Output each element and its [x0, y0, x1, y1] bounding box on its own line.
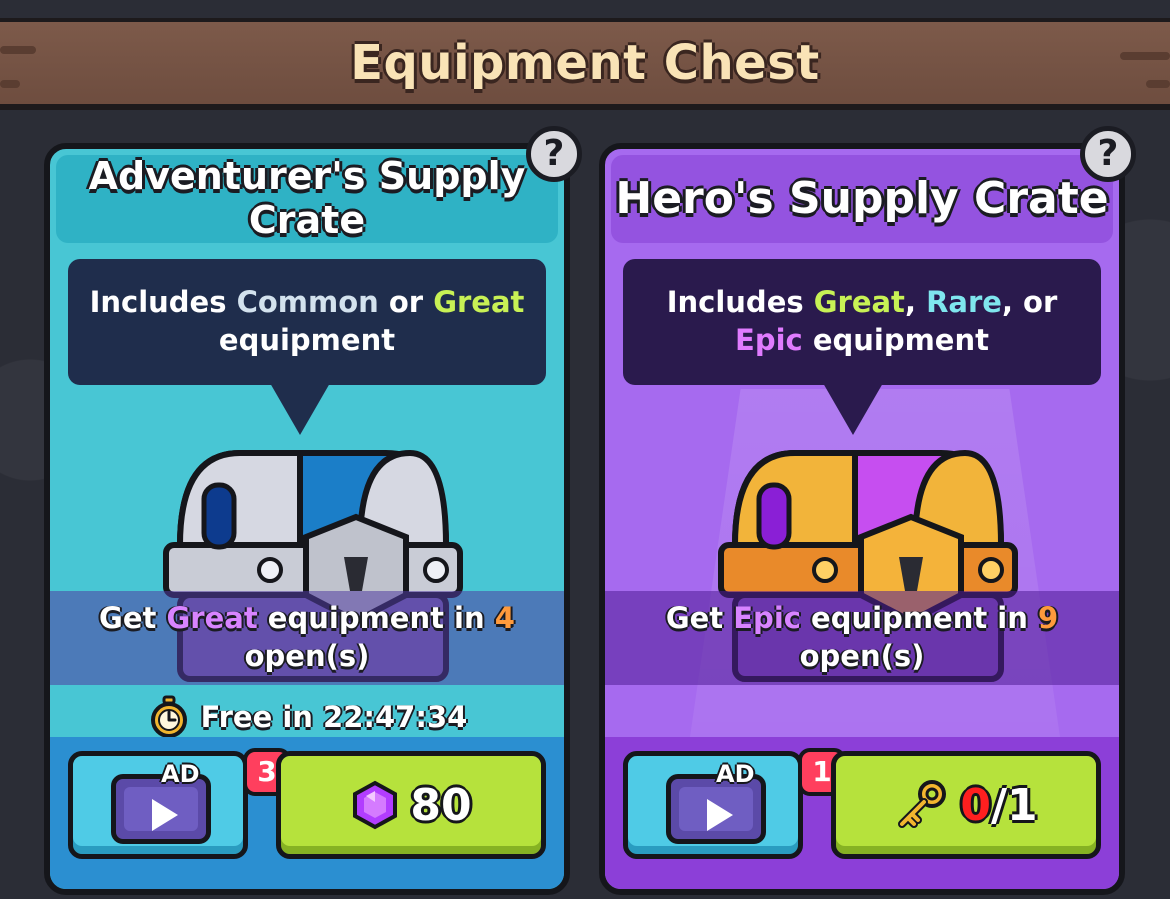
tv-screen — [679, 787, 753, 831]
desc-mid: or — [378, 285, 434, 320]
free-timer: Free in 22:47:34 — [50, 695, 564, 739]
pity-progress-text: Get Epic equipment in 9 open(s) — [666, 600, 1058, 675]
card-header: Hero's Supply Crate — [611, 155, 1113, 243]
description-text: Includes Great, Rare, or Epic equipment — [667, 284, 1058, 359]
key-owned: 0 — [960, 779, 991, 831]
desc-sep: , or — [1001, 285, 1058, 320]
title-line: Adventurer's Supply — [88, 154, 526, 199]
desc-prefix: Includes — [666, 285, 814, 320]
progress-mid: equipment in — [800, 601, 1038, 636]
progress-count: 4 — [494, 601, 515, 636]
desc-prefix: Includes — [89, 285, 237, 320]
tv-screen — [124, 787, 198, 831]
ad-label: AD — [161, 760, 200, 788]
title-banner: Equipment Chest — [0, 18, 1170, 110]
tier-common: Common — [236, 285, 379, 320]
progress-count: 9 — [1038, 601, 1059, 636]
help-button[interactable]: ? — [1080, 126, 1136, 182]
gem-icon — [353, 780, 398, 830]
adventurer-crate-card: Adventurer's Supply Crate Includes Commo… — [44, 143, 570, 895]
desc-sep: , — [904, 285, 927, 320]
progress-prefix: Get — [665, 601, 734, 636]
card-footer: AD 3 80 — [50, 737, 564, 889]
hero-crate-card: Hero's Supply Crate Includes Great, Rare… — [599, 143, 1125, 895]
progress-prefix: Get — [99, 601, 167, 636]
timer-text: Free in 22:47:34 — [200, 700, 468, 734]
key-count: 0/1 — [960, 780, 1037, 831]
pity-progress: Get Great equipment in 4 open(s) — [50, 591, 564, 685]
ad-label: AD — [716, 760, 755, 788]
play-icon — [707, 799, 733, 831]
description-bubble: Includes Great, Rare, or Epic equipment — [623, 259, 1101, 385]
card-title: Hero's Supply Crate — [615, 172, 1109, 224]
gem-price: 80 — [410, 779, 472, 831]
progress-tier: Epic — [733, 601, 801, 636]
tier-great: Great — [433, 285, 525, 320]
help-button[interactable]: ? — [526, 126, 582, 182]
bubble-tail — [823, 383, 883, 435]
progress-tier: Great — [166, 601, 258, 636]
play-icon — [152, 799, 178, 831]
card-title: Adventurer's Supply Crate — [89, 155, 526, 242]
plank-decoration — [0, 46, 36, 54]
pity-progress: Get Epic equipment in 9 open(s) — [605, 591, 1119, 685]
plank-decoration — [0, 80, 20, 88]
card-footer: AD 1 0/1 — [605, 737, 1119, 889]
desc-suffix: equipment — [802, 323, 989, 357]
key-required: /1 — [990, 779, 1038, 831]
watch-ad-button[interactable]: AD 3 — [68, 748, 291, 859]
desc-suffix: equipment — [218, 323, 396, 357]
key-icon — [898, 780, 947, 828]
use-key-button[interactable]: 0/1 — [831, 751, 1101, 859]
buy-gem-button[interactable]: 80 — [276, 751, 546, 859]
tier-rare: Rare — [926, 285, 1002, 320]
bubble-tail — [270, 383, 330, 435]
pity-progress-text: Get Great equipment in 4 open(s) — [99, 600, 515, 675]
stopwatch-icon — [150, 695, 187, 738]
progress-suffix: open(s) — [244, 639, 370, 673]
tier-epic: Epic — [735, 323, 803, 357]
description-text: Includes Common or Great equipment — [78, 284, 536, 359]
tier-great: Great — [813, 285, 905, 320]
progress-mid: equipment in — [257, 601, 495, 636]
description-bubble: Includes Common or Great equipment — [68, 259, 546, 385]
page-title: Equipment Chest — [350, 35, 820, 91]
plank-decoration — [1120, 52, 1170, 60]
card-header: Adventurer's Supply Crate — [56, 155, 558, 243]
watch-ad-button[interactable]: AD 1 — [623, 748, 846, 859]
plank-decoration — [1146, 80, 1170, 88]
title-line: Crate — [248, 198, 366, 242]
progress-suffix: open(s) — [799, 639, 925, 673]
